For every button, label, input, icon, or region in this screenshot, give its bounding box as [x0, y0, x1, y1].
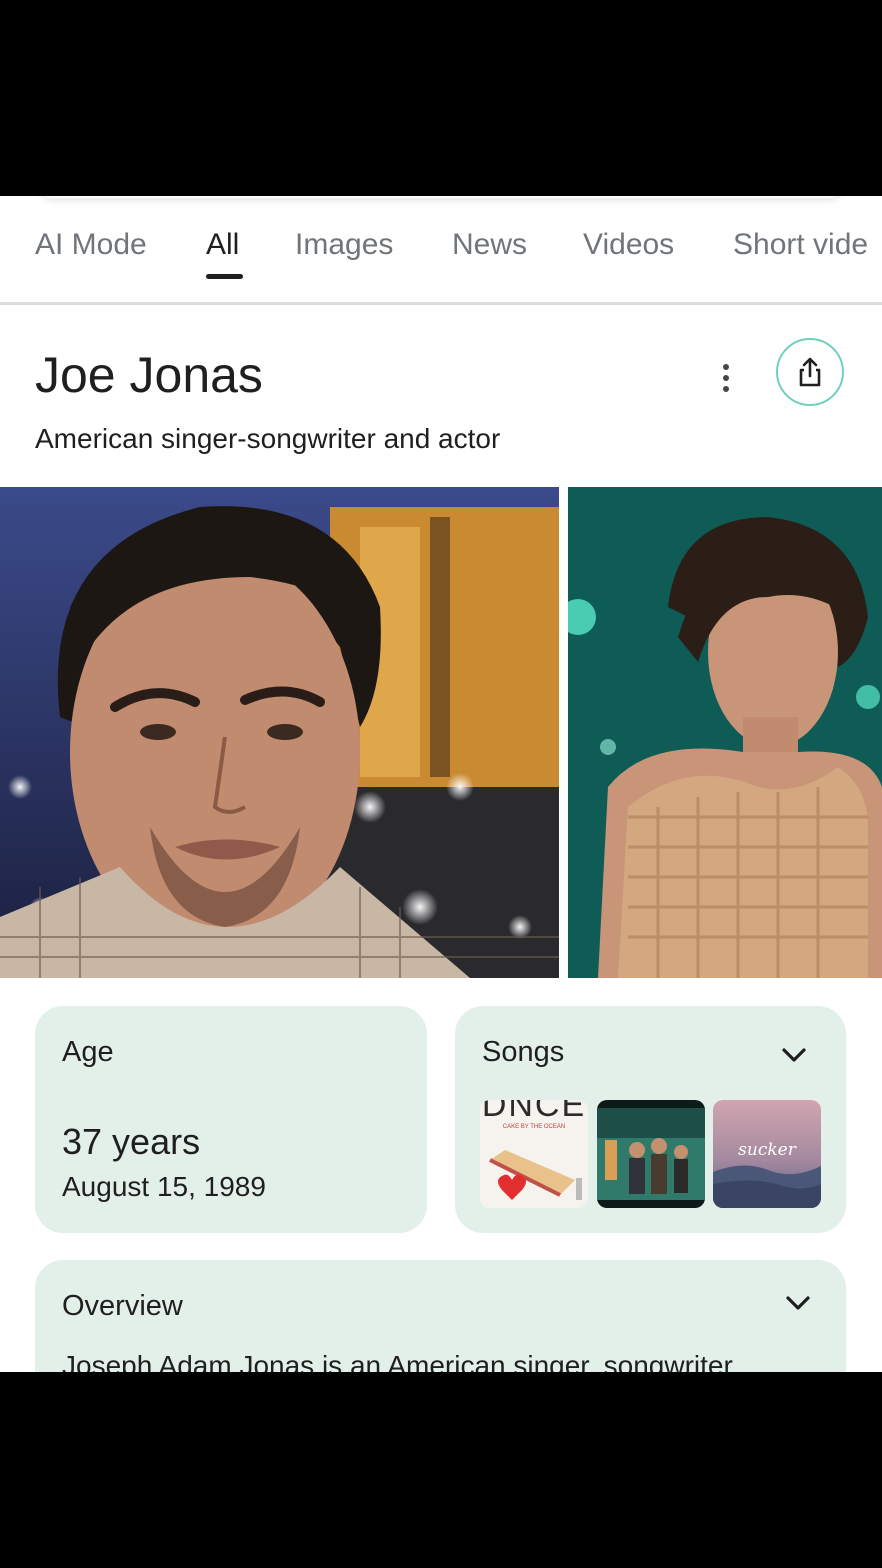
entity-title: Joe Jonas — [35, 347, 263, 403]
chevron-down-icon[interactable] — [779, 1040, 809, 1070]
more-vert-icon — [723, 364, 729, 370]
song-thumb-2[interactable] — [597, 1100, 705, 1208]
entity-photo-1[interactable]: tyle — [0, 487, 559, 978]
overview-label: Overview — [62, 1290, 183, 1322]
songs-label: Songs — [482, 1036, 565, 1068]
chevron-down-icon[interactable] — [783, 1288, 813, 1318]
song-thumb-3[interactable]: sucker — [713, 1100, 821, 1208]
tab-all[interactable]: All — [206, 228, 239, 262]
search-tabs: AI Mode All Images News Videos Short vid… — [0, 196, 882, 305]
tab-news[interactable]: News — [452, 228, 527, 262]
share-icon — [799, 357, 821, 387]
music-video-artwork — [597, 1108, 705, 1200]
tab-images[interactable]: Images — [295, 228, 393, 262]
search-results-screen: AI Mode All Images News Videos Short vid… — [0, 196, 882, 1372]
share-button[interactable] — [776, 338, 844, 406]
tab-ai-mode[interactable]: AI Mode — [35, 228, 147, 262]
song-thumb-1[interactable]: DNCE CAKE BY THE OCEAN — [480, 1100, 588, 1208]
overview-text: Joseph Adam Jonas is an American singer,… — [62, 1350, 733, 1372]
age-label: Age — [62, 1036, 114, 1068]
age-card[interactable]: Age 37 years August 15, 1989 — [35, 1006, 427, 1233]
song-thumb-3-title: sucker — [738, 1140, 796, 1160]
songs-card[interactable]: Songs DNCE CAKE BY THE OCEAN sucker — [455, 1006, 846, 1233]
active-tab-indicator — [206, 274, 243, 279]
entity-subtitle: American singer-songwriter and actor — [35, 423, 501, 454]
age-value: 37 years — [62, 1121, 201, 1162]
tab-videos[interactable]: Videos — [583, 228, 674, 262]
tab-short-videos[interactable]: Short vide — [733, 228, 868, 262]
portrait-photo — [0, 487, 559, 978]
overview-card[interactable]: Overview Joseph Adam Jonas is an America… — [35, 1260, 846, 1372]
birth-date: August 15, 1989 — [62, 1171, 266, 1202]
more-options-button[interactable] — [710, 358, 742, 398]
cake-artwork — [489, 1150, 582, 1200]
entity-photo-2[interactable] — [568, 487, 882, 978]
stage-photo — [568, 487, 882, 978]
